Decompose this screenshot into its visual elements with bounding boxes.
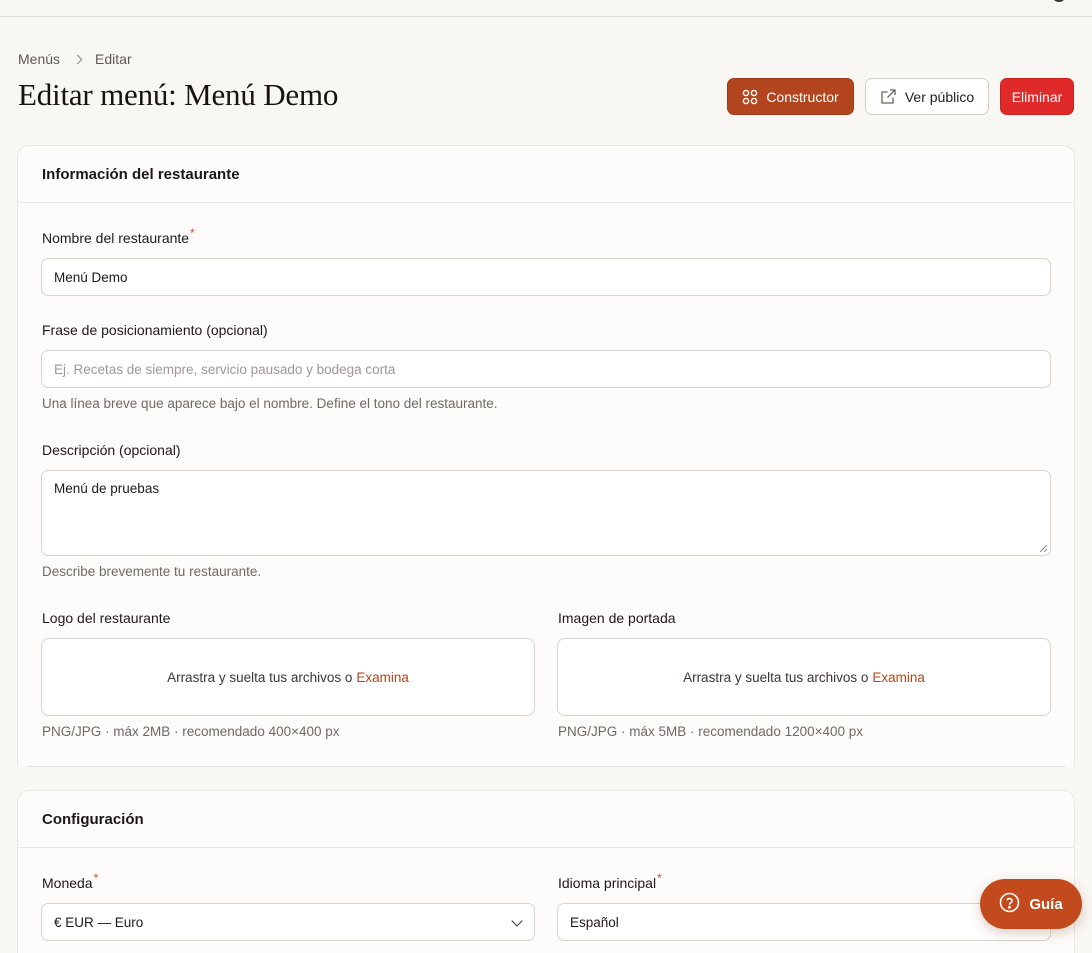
cover-drop-text: Arrastra y suelta tus archivos o [683, 669, 869, 685]
language-label: Idioma principal* [558, 871, 662, 891]
breadcrumb-menus-link[interactable]: Menús [18, 51, 60, 67]
page-title: Editar menú: Menú Demo [18, 77, 339, 112]
restaurant-name-value: Menú Demo [54, 269, 128, 285]
cover-hint: PNG/JPG · máx 5MB · recomendado 1200×400… [558, 724, 864, 739]
language-value: Español [570, 914, 619, 930]
resize-handle-icon[interactable] [1040, 545, 1047, 552]
logo-browse-link[interactable]: Examina [356, 670, 409, 685]
top-bar [0, 0, 1092, 17]
restaurant-name-label-text: Nombre del restaurante [42, 230, 190, 246]
guide-button-label: Guía [1029, 895, 1063, 913]
section-divider [27, 766, 1065, 767]
delete-button[interactable]: Eliminar [1000, 78, 1074, 115]
chevron-down-icon [511, 915, 523, 927]
view-public-button[interactable]: Ver público [865, 78, 989, 115]
chevron-right-icon [72, 54, 83, 64]
header-actions: Constructor Ver público Eliminar [727, 78, 1074, 115]
logo-dropzone[interactable]: Arrastra y suelta tus archivos o Examina [41, 638, 535, 716]
logo-drop-text: Arrastra y suelta tus archivos o [167, 669, 353, 685]
breadcrumb: Menús Editar [18, 51, 132, 67]
currency-value: € EUR — Euro [54, 914, 144, 930]
cover-dropzone[interactable]: Arrastra y suelta tus archivos o Examina [557, 638, 1051, 716]
language-label-text: Idioma principal [558, 875, 657, 891]
builder-button-label: Constructor [766, 88, 839, 105]
tagline-label: Frase de posicionamiento (opcional) [42, 322, 268, 338]
required-mark: * [93, 871, 99, 885]
external-link-icon [880, 88, 897, 105]
cover-label: Imagen de portada [558, 610, 676, 626]
restaurant-info-title: Información del restaurante [18, 146, 1074, 203]
help-circle-icon [999, 892, 1020, 917]
description-textarea[interactable]: Menú de pruebas [41, 470, 1051, 556]
tagline-input[interactable]: Ej. Recetas de siempre, servicio pausado… [41, 350, 1051, 388]
restaurant-name-label: Nombre del restaurante* [42, 226, 195, 246]
required-mark: * [657, 871, 662, 885]
required-mark: * [190, 226, 195, 240]
logo-hint: PNG/JPG · máx 2MB · recomendado 400×400 … [42, 724, 340, 739]
currency-select[interactable]: € EUR — Euro [41, 903, 535, 941]
restaurant-name-input[interactable]: Menú Demo [41, 258, 1051, 296]
currency-label: Moneda* [42, 871, 98, 891]
description-value: Menú de pruebas [54, 481, 160, 496]
language-select[interactable]: Español [557, 903, 1051, 941]
configuration-title: Configuración [18, 791, 1074, 848]
tagline-placeholder: Ej. Recetas de siempre, servicio pausado… [54, 361, 396, 377]
cover-browse-link[interactable]: Examina [872, 670, 925, 685]
builder-button[interactable]: Constructor [727, 78, 854, 115]
breadcrumb-current: Editar [95, 51, 132, 67]
description-label: Descripción (opcional) [42, 442, 181, 458]
grid-icon [742, 89, 758, 105]
description-hint: Describe brevemente tu restaurante. [42, 564, 262, 579]
currency-label-text: Moneda [42, 875, 93, 891]
view-public-button-label: Ver público [904, 88, 975, 105]
user-avatar-icon[interactable] [1052, 0, 1066, 2]
guide-button[interactable]: Guía [980, 879, 1082, 929]
logo-label: Logo del restaurante [42, 610, 171, 626]
tagline-hint: Una línea breve que aparece bajo el nomb… [42, 396, 498, 411]
